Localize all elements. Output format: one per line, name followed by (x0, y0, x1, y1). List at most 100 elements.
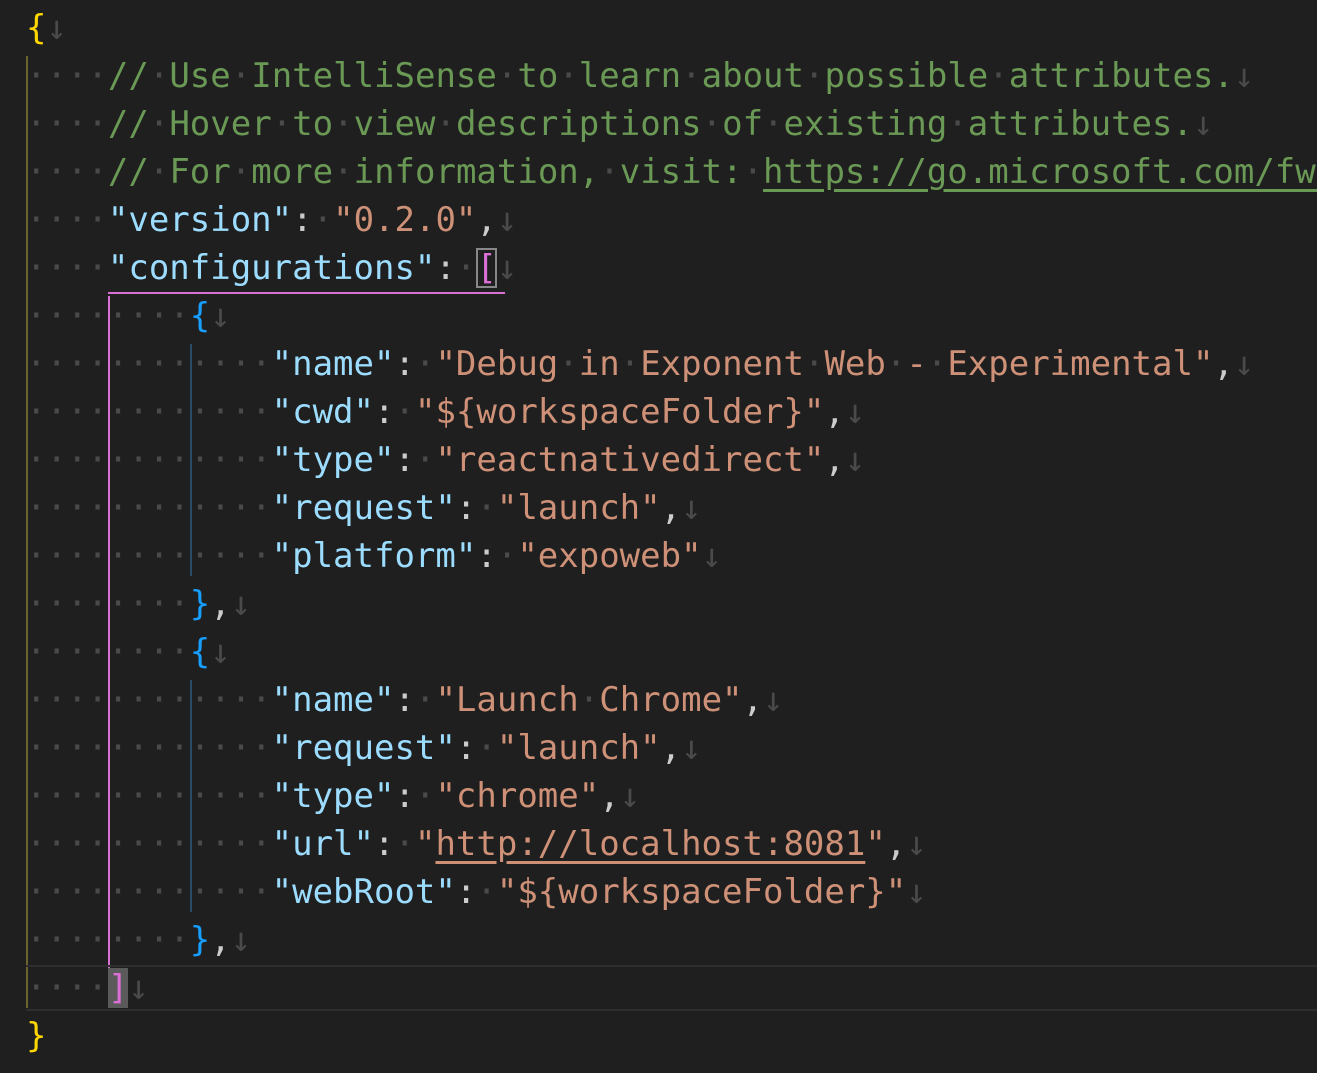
code-token: "reactnativedirect" (435, 440, 825, 480)
code-token: "webRoot" (271, 872, 456, 912)
whitespace-dots: ············ (26, 872, 272, 912)
eol-arrow-icon: ↓ (681, 488, 702, 528)
code-token: "chrome" (435, 776, 600, 816)
eol-arrow-icon: ↓ (496, 200, 518, 240)
code-token: "launch" (496, 488, 661, 528)
whitespace-dot: · (414, 776, 436, 816)
code-line[interactable]: ····]↓ (26, 964, 149, 1012)
whitespace-dot: · (414, 344, 436, 384)
code-token: :· (292, 200, 334, 240)
whitespace-dot: · (803, 344, 825, 384)
code-line[interactable]: ····//·For·more·information,·visit:·http… (26, 148, 1317, 196)
code-line[interactable]: ············"type":·"chrome",↓ (26, 772, 640, 820)
code-token: :· (394, 776, 436, 816)
code-token: :· (374, 824, 415, 864)
code-line[interactable]: ············"request":·"launch",↓ (26, 724, 702, 772)
whitespace-dots: ············ (26, 680, 272, 720)
code-line[interactable]: ············"request":·"launch",↓ (26, 484, 702, 532)
whitespace-dot: · (742, 152, 764, 192)
code-line[interactable]: {↓ (26, 4, 67, 52)
code-token: "request" (271, 728, 456, 768)
code-token: , (210, 920, 231, 960)
whitespace-dot: · (885, 344, 907, 384)
whitespace-dot: · (394, 392, 415, 432)
whitespace-dot: · (230, 56, 252, 96)
code-line[interactable]: ············"type":·"reactnativedirect",… (26, 436, 865, 484)
code-token: , (885, 824, 907, 864)
whitespace-dots: ············ (26, 728, 272, 768)
whitespace-dot: · (435, 104, 456, 144)
whitespace-dots: ············ (26, 392, 272, 432)
whitespace-dot: · (230, 152, 252, 192)
code-line[interactable]: ············"url":·"http://localhost:808… (26, 820, 927, 868)
code-token: { (189, 632, 211, 672)
whitespace-dot: · (414, 680, 436, 720)
code-line[interactable]: ············"cwd":·"${workspaceFolder}",… (26, 388, 865, 436)
whitespace-dot: · (947, 104, 968, 144)
code-token: "type" (271, 440, 395, 480)
code-token: , (660, 488, 682, 528)
eol-arrow-icon: ↓ (1192, 104, 1214, 144)
whitespace-dot: · (333, 104, 354, 144)
eol-arrow-icon: ↓ (681, 728, 702, 768)
code-token: http://localhost:8081 (435, 824, 866, 864)
whitespace-dots: ···· (26, 248, 108, 288)
whitespace-dots: ···· (26, 968, 108, 1008)
code-token: ] (107, 968, 129, 1008)
eol-arrow-icon: ↓ (210, 632, 231, 672)
code-token: , (742, 680, 763, 720)
code-line[interactable]: ········},↓ (26, 916, 251, 964)
eol-arrow-icon: ↓ (619, 776, 641, 816)
eol-arrow-icon: ↓ (906, 872, 927, 912)
eol-arrow-icon: ↓ (496, 248, 518, 288)
code-token: "request" (271, 488, 456, 528)
code-token: "Launch·Chrome" (435, 680, 743, 720)
code-line[interactable]: ········{↓ (26, 628, 231, 676)
eol-arrow-icon: ↓ (844, 392, 866, 432)
code-token: " (414, 824, 436, 864)
code-line[interactable]: } (26, 1012, 46, 1060)
code-line[interactable]: ····"configurations":·[↓ (26, 244, 517, 292)
eol-arrow-icon: ↓ (128, 968, 149, 1008)
whitespace-dots: ···· (26, 200, 108, 240)
code-token: "expoweb" (517, 536, 702, 576)
code-token: :· (455, 728, 497, 768)
whitespace-dot: · (599, 152, 620, 192)
code-line[interactable]: ········{↓ (26, 292, 231, 340)
whitespace-dot: · (476, 728, 497, 768)
code-token: "launch" (496, 728, 661, 768)
code-editor[interactable]: {↓ ····//·Use·IntelliSense·to·learn·about… (0, 0, 1317, 1073)
code-token: "${workspaceFolder}" (496, 872, 907, 912)
code-token: :· (455, 872, 497, 912)
whitespace-dot: · (312, 200, 334, 240)
code-token: } (26, 1016, 47, 1056)
code-token: , (476, 200, 497, 240)
code-token: https://go.microsoft.com/fwlink/?linkid=… (763, 152, 1317, 192)
eol-arrow-icon: ↓ (1233, 344, 1255, 384)
code-line[interactable]: ············"name":·"Debug·in·Exponent·W… (26, 340, 1254, 388)
code-token: "${workspaceFolder}" (414, 392, 825, 432)
whitespace-dots: ········ (26, 632, 190, 672)
whitespace-dot: · (496, 56, 518, 96)
code-line[interactable]: ····//·Use·IntelliSense·to·learn·about·p… (26, 52, 1254, 100)
whitespace-dots: ············ (26, 440, 272, 480)
code-token: :· (435, 248, 477, 288)
code-token: , (210, 584, 231, 624)
code-line[interactable]: ····//·Hover·to·view·descriptions·of·exi… (26, 100, 1213, 148)
whitespace-dots: ···· (26, 152, 108, 192)
whitespace-dot: · (148, 56, 170, 96)
code-line[interactable]: ············"name":·"Launch·Chrome",↓ (26, 676, 783, 724)
eol-arrow-icon: ↓ (1233, 56, 1255, 96)
code-token: "configurations" (107, 248, 436, 288)
code-token: :· (394, 680, 436, 720)
code-line[interactable]: ········},↓ (26, 580, 251, 628)
whitespace-dots: ········ (26, 296, 190, 336)
code-line[interactable]: ············"platform":·"expoweb"↓ (26, 532, 722, 580)
code-token: :· (476, 536, 518, 576)
code-line[interactable]: ············"webRoot":·"${workspaceFolde… (26, 868, 927, 916)
code-token: , (1213, 344, 1234, 384)
code-line[interactable]: ····"version":·"0.2.0",↓ (26, 196, 517, 244)
code-token: } (189, 920, 211, 960)
whitespace-dot: · (804, 56, 825, 96)
eol-arrow-icon: ↓ (701, 536, 723, 576)
